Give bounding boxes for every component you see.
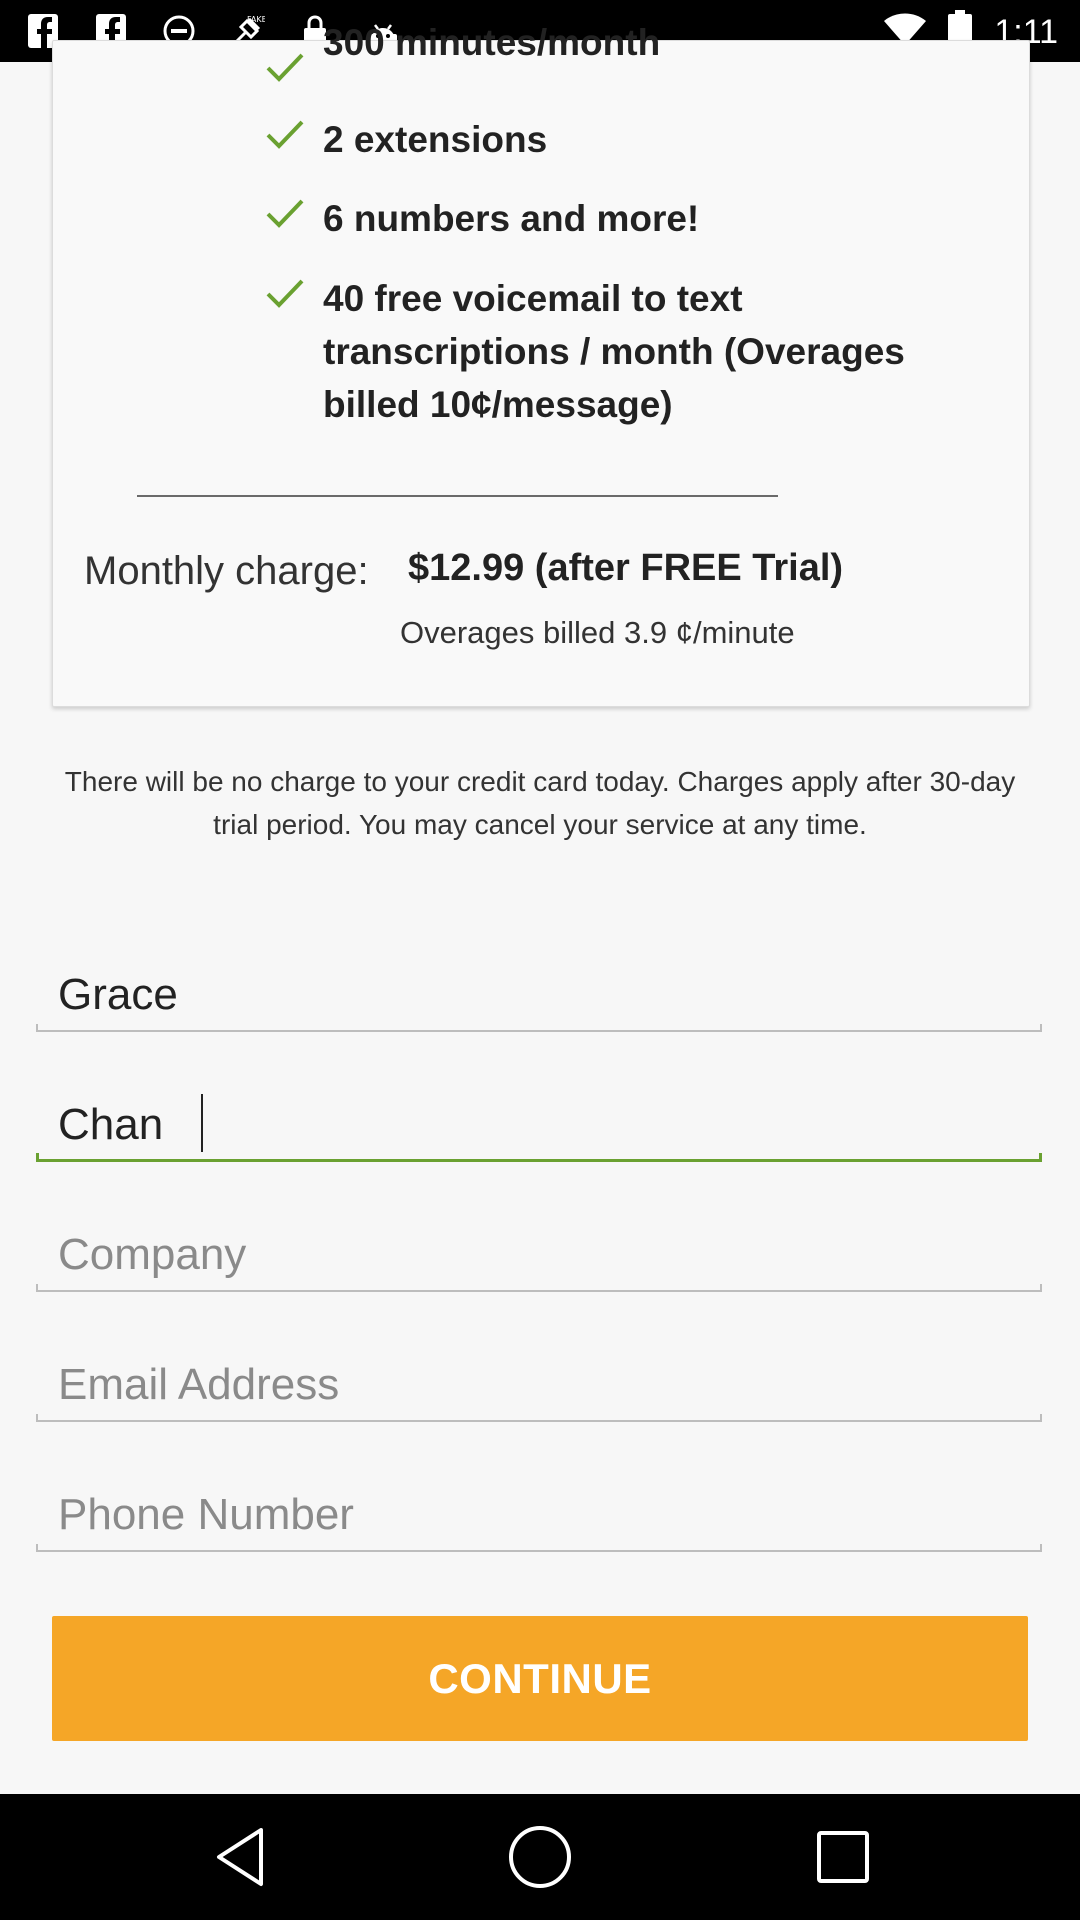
field-underline	[36, 1414, 1042, 1422]
feature-text: 6 numbers and more!	[323, 198, 700, 239]
svg-text:FAKE: FAKE	[247, 15, 265, 24]
check-icon	[266, 120, 304, 149]
first-name-input[interactable]	[58, 962, 1018, 1028]
back-icon[interactable]	[205, 1822, 275, 1892]
plan-card: 300 minutes/month 2 extensions 6 numbers…	[52, 22, 1030, 707]
company-input[interactable]	[58, 1222, 1018, 1288]
phone-input[interactable]	[58, 1482, 1018, 1548]
divider	[137, 495, 778, 497]
feature-item: 40 free voicemail to text transcriptions…	[265, 272, 913, 431]
last-name-field[interactable]	[36, 1092, 1042, 1162]
company-field[interactable]	[36, 1222, 1042, 1292]
field-underline	[36, 1284, 1042, 1292]
billing-notice: There will be no charge to your credit c…	[64, 766, 1016, 840]
feature-item: 2 extensions	[265, 113, 923, 166]
text-cursor	[201, 1094, 203, 1152]
email-field[interactable]	[36, 1352, 1042, 1422]
phone-field[interactable]	[36, 1482, 1042, 1552]
check-icon	[266, 53, 304, 82]
field-underline	[36, 1024, 1042, 1032]
feature-item: 6 numbers and more!	[265, 192, 923, 245]
navigation-bar	[0, 1794, 1080, 1920]
home-icon[interactable]	[505, 1822, 575, 1892]
check-icon	[266, 279, 304, 308]
check-icon	[266, 199, 304, 228]
field-underline	[36, 1153, 1042, 1162]
feature-text: 40 free voicemail to text transcriptions…	[323, 278, 905, 425]
feature-text: 2 extensions	[323, 119, 548, 160]
first-name-field[interactable]	[36, 962, 1042, 1032]
monthly-charge-value: $12.99 (after FREE Trial)	[408, 547, 844, 589]
field-underline	[36, 1544, 1042, 1552]
feature-text: 300 minutes/month	[323, 22, 661, 63]
feature-item: 300 minutes/month	[265, 22, 923, 84]
recents-icon[interactable]	[808, 1822, 878, 1892]
continue-button[interactable]: CONTINUE	[52, 1616, 1028, 1741]
overages-note: Overages billed 3.9 ¢/minute	[400, 615, 795, 650]
email-input[interactable]	[58, 1352, 1018, 1418]
monthly-charge-label: Monthly charge:	[84, 549, 369, 593]
